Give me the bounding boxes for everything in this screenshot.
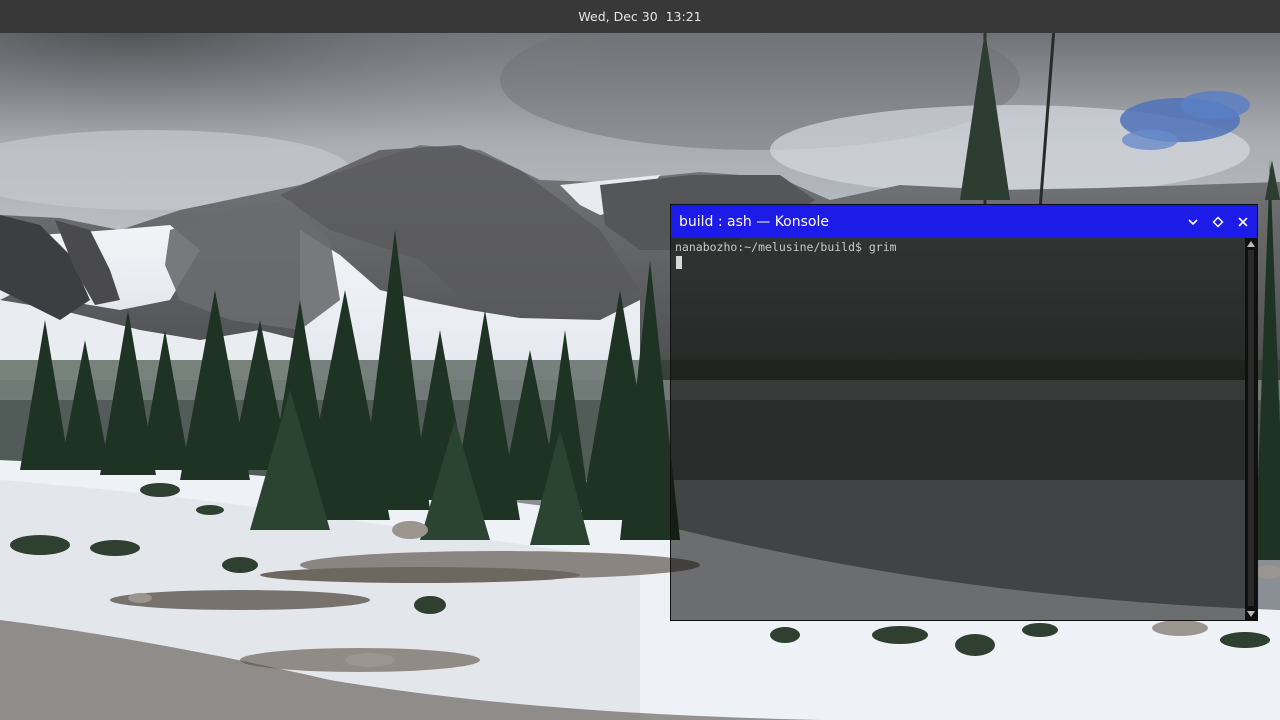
maximize-button[interactable] (1207, 211, 1229, 233)
scroll-down-button[interactable] (1245, 609, 1257, 619)
terminal-cursor (676, 256, 682, 269)
close-icon (1238, 216, 1248, 227)
konsole-window[interactable]: build : ash — Konsole nanabozho:~/melusi… (670, 204, 1258, 621)
minimize-button[interactable] (1182, 211, 1204, 233)
desktop: Wed, Dec 30 13:21 build : ash — Konsole (0, 0, 1280, 720)
terminal-scrollbar[interactable] (1245, 238, 1257, 620)
arrow-down-icon (1247, 611, 1255, 617)
terminal-area[interactable]: nanabozho:~/melusine/build$ grim (671, 238, 1245, 620)
chevron-down-icon (1188, 218, 1198, 225)
arrow-up-icon (1247, 241, 1255, 247)
window-titlebar[interactable]: build : ash — Konsole (671, 205, 1257, 238)
scroll-up-button[interactable] (1245, 239, 1257, 249)
clock[interactable]: Wed, Dec 30 13:21 (578, 9, 701, 24)
close-button[interactable] (1232, 211, 1254, 233)
terminal-prompt-line: nanabozho:~/melusine/build$ grim (675, 240, 897, 254)
window-title: build : ash — Konsole (679, 213, 829, 230)
top-panel: Wed, Dec 30 13:21 (0, 0, 1280, 33)
scrollbar-track[interactable] (1248, 250, 1254, 606)
diamond-icon (1212, 215, 1224, 228)
